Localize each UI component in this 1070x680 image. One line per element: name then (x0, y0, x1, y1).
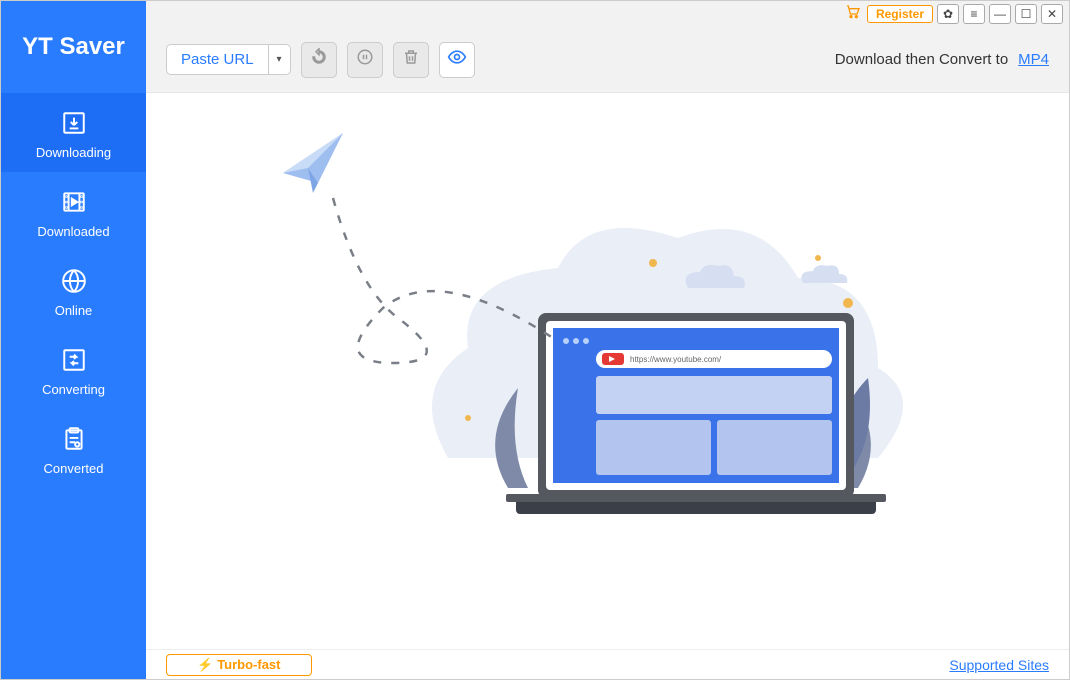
supported-sites-link[interactable]: Supported Sites (949, 657, 1049, 673)
convert-icon (60, 346, 88, 374)
turbo-fast-button[interactable]: ⚡ Turbo-fast (166, 654, 312, 676)
close-button[interactable]: ✕ (1041, 4, 1063, 24)
titlebar: Register ✿ ≡ — ☐ ✕ (146, 1, 1069, 27)
menu-button[interactable]: ≡ (963, 4, 985, 24)
sidebar-item-converting[interactable]: Converting (1, 330, 146, 409)
paste-url-button[interactable]: Paste URL (166, 44, 269, 75)
pause-button[interactable] (347, 42, 383, 78)
trash-icon (402, 48, 420, 71)
undo-icon (310, 48, 328, 71)
illustration-url: https://www.youtube.com/ (630, 355, 722, 364)
sidebar-item-downloading[interactable]: Downloading (1, 93, 146, 172)
main-area: Register ✿ ≡ — ☐ ✕ Paste URL ▾ Download … (146, 1, 1069, 679)
sidebar-item-label: Converted (44, 461, 104, 476)
minimize-icon: — (994, 7, 1006, 21)
sidebar-item-label: Downloaded (37, 224, 109, 239)
turbo-label: Turbo-fast (217, 657, 280, 672)
download-icon (60, 109, 88, 137)
sidebar-item-downloaded[interactable]: Downloaded (1, 172, 146, 251)
clipboard-icon (60, 425, 88, 453)
preview-button[interactable] (439, 42, 475, 78)
sidebar-item-label: Downloading (36, 145, 111, 160)
register-button[interactable]: Register (867, 5, 933, 23)
convert-text: Download then Convert to (835, 51, 1008, 68)
toolbar: Paste URL ▾ Download then Convert to MP4 (146, 27, 1069, 93)
convert-format-link[interactable]: MP4 (1018, 51, 1049, 68)
close-icon: ✕ (1047, 7, 1057, 21)
maximize-icon: ☐ (1021, 7, 1032, 21)
maximize-button[interactable]: ☐ (1015, 4, 1037, 24)
menu-icon: ≡ (970, 7, 977, 21)
empty-state-illustration: https://www.youtube.com/ (258, 128, 958, 558)
film-icon (60, 188, 88, 216)
empty-state-canvas: https://www.youtube.com/ (146, 93, 1069, 649)
sidebar-item-converted[interactable]: Converted (1, 409, 146, 488)
bottombar: ⚡ Turbo-fast Supported Sites (146, 649, 1069, 679)
paste-url-dropdown[interactable]: ▾ (269, 44, 291, 75)
nav: Downloading Downloaded Online Converting (1, 93, 146, 488)
globe-icon (60, 267, 88, 295)
delete-button[interactable] (393, 42, 429, 78)
settings-button[interactable]: ✿ (937, 4, 959, 24)
sidebar-item-label: Converting (42, 382, 105, 397)
cart-icon[interactable] (843, 4, 863, 25)
sidebar-item-label: Online (55, 303, 93, 318)
sidebar-item-online[interactable]: Online (1, 251, 146, 330)
retry-button[interactable] (301, 42, 337, 78)
gear-icon: ✿ (943, 7, 953, 21)
pause-icon (356, 48, 374, 71)
bolt-icon: ⚡ (197, 657, 213, 673)
chevron-down-icon: ▾ (277, 54, 282, 65)
sidebar: YT Saver Downloading Downloaded Online (1, 1, 146, 679)
app-logo: YT Saver (1, 1, 146, 93)
minimize-button[interactable]: — (989, 4, 1011, 24)
paste-url-group: Paste URL ▾ (166, 44, 291, 75)
eye-icon (447, 47, 467, 72)
convert-block: Download then Convert to MP4 (835, 51, 1049, 68)
